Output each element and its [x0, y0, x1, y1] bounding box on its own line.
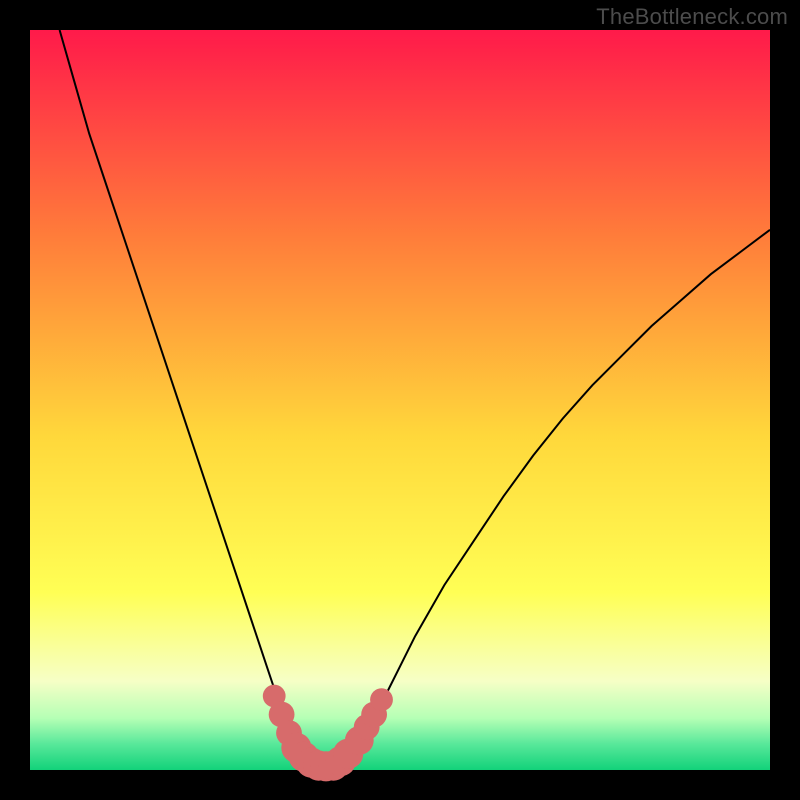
watermark-label: TheBottleneck.com [596, 4, 788, 30]
highlighted-point [370, 688, 393, 711]
chart-stage: TheBottleneck.com [0, 0, 800, 800]
plot-background [30, 30, 770, 770]
bottleneck-chart [0, 0, 800, 800]
